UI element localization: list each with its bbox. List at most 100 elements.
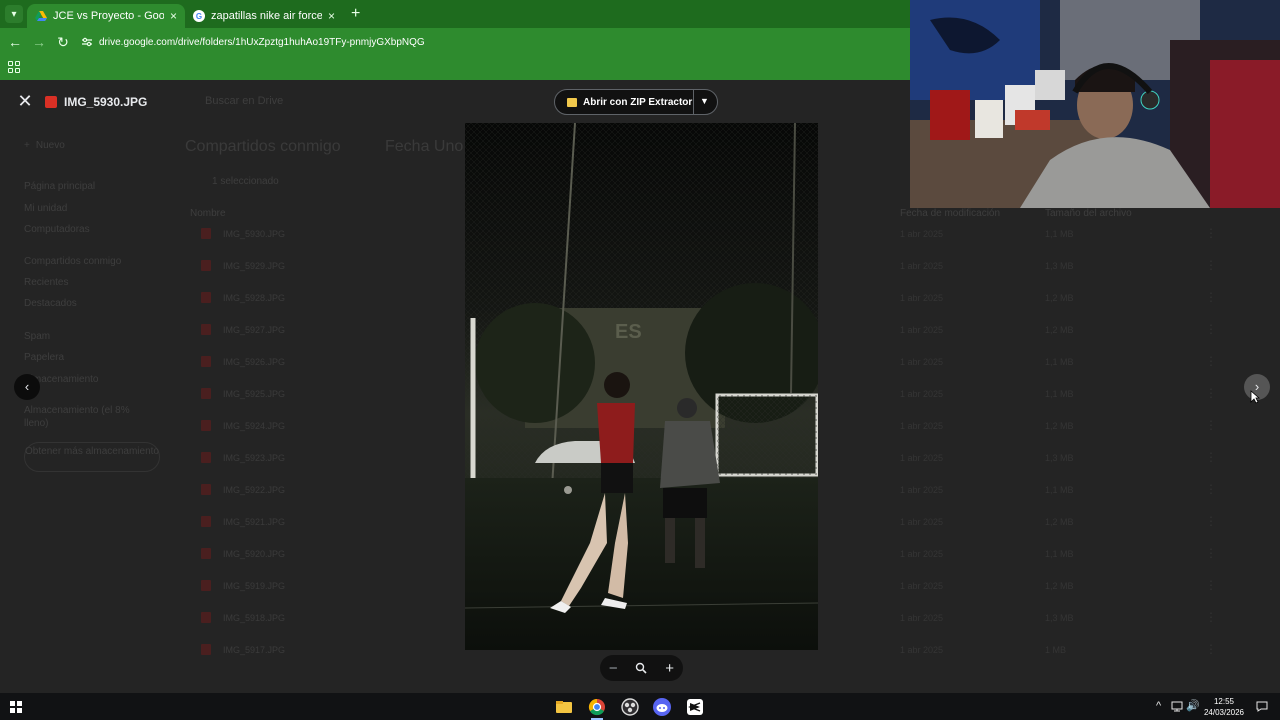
sidebar-item-computers: Computadoras xyxy=(24,224,90,235)
image-preview: ES xyxy=(465,123,818,650)
file-size: 1,2 MB xyxy=(1045,581,1074,591)
more-options-icon: ⋮ xyxy=(1205,642,1217,656)
network-icon[interactable] xyxy=(1171,701,1183,712)
zoom-out-icon[interactable]: − xyxy=(609,661,618,676)
image-file-icon xyxy=(201,324,211,335)
file-size: 1,3 MB xyxy=(1045,453,1074,463)
plus-icon: + xyxy=(24,140,30,151)
more-options-icon: ⋮ xyxy=(1205,610,1217,624)
selection-text: 1 seleccionado xyxy=(212,176,279,187)
notification-icon[interactable] xyxy=(1256,701,1268,712)
new-tab-button[interactable]: + xyxy=(351,5,360,23)
speaker-icon[interactable]: 🔊 xyxy=(1186,699,1200,712)
storage-text: Almacenamiento (el 8% lleno) xyxy=(24,405,130,429)
more-options-icon: ⋮ xyxy=(1205,322,1217,336)
chevron-down-icon[interactable]: ▾ xyxy=(5,5,23,23)
system-clock[interactable]: 12:55 24/03/2026 xyxy=(1200,696,1248,718)
file-name: IMG_5930.JPG xyxy=(223,229,286,239)
file-date: 1 abr 2025 xyxy=(900,485,944,495)
webcam-person-image xyxy=(910,0,1280,208)
more-options-icon: ⋮ xyxy=(1205,578,1217,592)
photo-football-night: ES xyxy=(465,123,818,650)
file-date: 1 abr 2025 xyxy=(900,549,944,559)
tab-google-search[interactable]: G zapatillas nike air force 1 - Busc × xyxy=(185,4,343,28)
sidebar-item-home: Página principal xyxy=(24,181,96,192)
address-bar[interactable]: drive.google.com/drive/folders/1hUxZpztg… xyxy=(81,31,900,53)
file-date: 1 abr 2025 xyxy=(900,581,944,591)
image-file-icon xyxy=(201,580,211,591)
close-tab-icon[interactable]: × xyxy=(328,9,335,23)
windows-start-icon[interactable] xyxy=(10,701,22,713)
more-options-icon: ⋮ xyxy=(1205,386,1217,400)
more-options-icon: ⋮ xyxy=(1205,290,1217,304)
file-explorer-icon[interactable] xyxy=(554,697,574,717)
screen: + Nuevo Página principal Mi unidad Comput… xyxy=(0,0,1280,720)
reload-icon[interactable]: ↻ xyxy=(51,34,75,51)
file-size: 1,2 MB xyxy=(1045,517,1074,527)
tab-google-drive[interactable]: JCE vs Proyecto - Google Drive × xyxy=(27,4,185,28)
svg-text:G: G xyxy=(196,12,202,21)
file-name: IMG_5925.JPG xyxy=(223,389,286,399)
open-with-button[interactable]: Abrir con ZIP Extractor ▼ xyxy=(554,89,718,115)
sidebar-item-shared: Compartidos conmigo xyxy=(24,256,122,267)
close-tab-icon[interactable]: × xyxy=(170,9,177,23)
file-size: 1 MB xyxy=(1045,645,1067,655)
taskbar: ^ 🔊 12:55 24/03/2026 xyxy=(0,693,1280,720)
image-file-icon xyxy=(201,516,211,527)
tab-strip: ▾ JCE vs Proyecto - Google Drive × G zap… xyxy=(0,0,910,28)
file-size: 1,1 MB xyxy=(1045,549,1074,559)
site-info-icon[interactable] xyxy=(81,37,93,47)
file-name: IMG_5929.JPG xyxy=(223,261,286,271)
caret-down-icon[interactable]: ▼ xyxy=(700,96,709,106)
mouse-pointer-icon xyxy=(1250,390,1260,404)
magnifier-icon[interactable] xyxy=(635,662,648,674)
close-icon[interactable]: ✕ xyxy=(16,92,34,110)
file-date: 1 abr 2025 xyxy=(900,325,944,335)
image-file-icon xyxy=(201,452,211,463)
arrow-back-icon[interactable]: ← xyxy=(3,34,27,50)
file-date: 1 abr 2025 xyxy=(900,453,944,463)
bookmarks-bar xyxy=(0,56,910,80)
file-size: 1,1 MB xyxy=(1045,389,1074,399)
file-name: IMG_5923.JPG xyxy=(223,453,286,463)
file-name: IMG_5928.JPG xyxy=(223,293,286,303)
file-date: 1 abr 2025 xyxy=(900,421,944,431)
zip-icon xyxy=(567,97,577,107)
image-file-icon xyxy=(201,292,211,303)
file-date: 1 abr 2025 xyxy=(900,357,944,367)
arrow-forward-icon[interactable]: → xyxy=(27,34,51,50)
file-name: IMG_5918.JPG xyxy=(223,613,286,623)
image-file-icon xyxy=(201,484,211,495)
obs-icon[interactable] xyxy=(620,697,640,717)
url-host: drive.google.com xyxy=(99,36,176,48)
webcam-overlay xyxy=(910,0,1280,208)
file-name: IMG_5926.JPG xyxy=(223,357,286,367)
image-file-icon xyxy=(201,356,211,367)
file-size: 1,2 MB xyxy=(1045,293,1074,303)
more-options-icon: ⋮ xyxy=(1205,258,1217,272)
file-size: 1,2 MB xyxy=(1045,325,1074,335)
file-size: 1,1 MB xyxy=(1045,357,1074,367)
divider xyxy=(693,90,694,114)
tab-title: zapatillas nike air force 1 - Busc xyxy=(211,10,322,22)
apps-grid-icon[interactable] xyxy=(8,61,20,73)
file-size: 1,3 MB xyxy=(1045,613,1074,623)
capcut-icon[interactable] xyxy=(685,697,705,717)
google-icon: G xyxy=(193,10,205,22)
file-name: IMG_5920.JPG xyxy=(223,549,286,559)
more-options-icon: ⋮ xyxy=(1205,546,1217,560)
more-options-icon: ⋮ xyxy=(1205,226,1217,240)
zoom-in-icon[interactable]: + xyxy=(665,661,674,676)
browser-toolbar: ← → ↻ drive.google.com/drive/folders/1hU… xyxy=(0,28,910,56)
discord-icon[interactable] xyxy=(652,697,672,717)
sidebar-item-starred: Destacados xyxy=(24,298,77,309)
file-date: 1 abr 2025 xyxy=(900,229,944,239)
chevron-left-icon[interactable]: ‹ xyxy=(14,374,40,400)
url-path: /drive/folders/1hUxZpztg1huhAo19TFy-pnmj… xyxy=(175,36,425,48)
tray-chevron-icon[interactable]: ^ xyxy=(1156,700,1161,712)
clock-time: 12:55 xyxy=(1213,697,1235,706)
chrome-icon[interactable] xyxy=(587,697,607,720)
new-button: + Nuevo xyxy=(24,140,65,151)
file-date: 1 abr 2025 xyxy=(900,293,944,303)
file-date: 1 abr 2025 xyxy=(900,645,944,655)
